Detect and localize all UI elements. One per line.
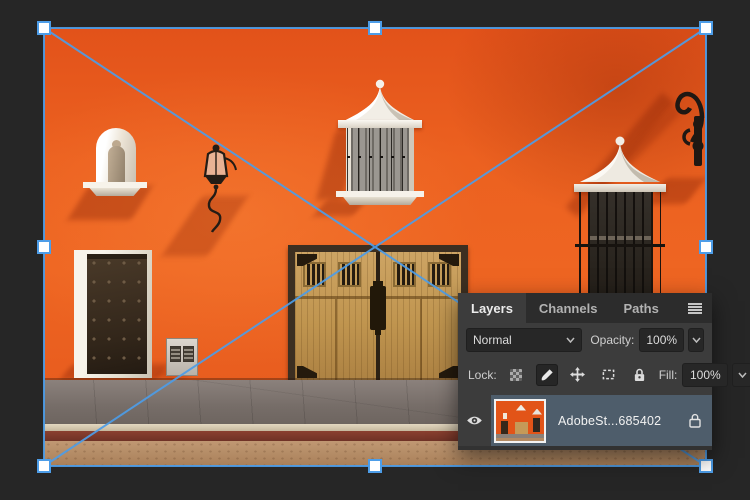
- fill-value[interactable]: 100%: [682, 363, 728, 387]
- layer-name: AdobeSt...685402: [558, 414, 661, 428]
- door-window: [338, 262, 361, 287]
- right-window-roof: [570, 132, 670, 188]
- door-iron-hardware: [370, 286, 386, 330]
- lock-label: Lock:: [468, 368, 497, 382]
- center-window-cornice: [338, 120, 422, 128]
- fill-value-text: 100%: [690, 368, 721, 382]
- lock-all-icon[interactable]: [629, 364, 651, 386]
- opacity-label: Opacity:: [590, 333, 634, 347]
- fill-group: Fill: 100%: [651, 363, 750, 387]
- layer-thumbnail[interactable]: [494, 399, 546, 443]
- chevron-down-icon: [738, 372, 747, 378]
- lock-transparency-icon[interactable]: [505, 364, 527, 386]
- layer-row[interactable]: AdobeSt...685402: [458, 395, 712, 446]
- opacity-value-text: 100%: [646, 333, 677, 347]
- door-stile: [420, 299, 422, 380]
- tab-layers[interactable]: Layers: [458, 293, 526, 323]
- blend-opacity-row: Normal Opacity: 100%: [458, 323, 712, 357]
- right-window-crossbar: [575, 244, 665, 247]
- statue: [108, 146, 125, 186]
- utility-box-grille: [170, 346, 181, 362]
- tab-channels[interactable]: Channels: [526, 293, 611, 323]
- blend-mode-value: Normal: [473, 333, 512, 347]
- panel-tab-bar: Layers Channels Paths: [458, 293, 712, 323]
- lock-fill-row: Lock:: [458, 357, 712, 392]
- center-window-sill-molding: [340, 197, 420, 205]
- right-window-cornice: [574, 184, 666, 192]
- tab-paths[interactable]: Paths: [610, 293, 671, 323]
- opacity-value[interactable]: 100%: [639, 328, 684, 352]
- fill-label: Fill:: [659, 368, 678, 382]
- door-window: [303, 262, 326, 287]
- lock-paint-icon[interactable]: [536, 364, 558, 386]
- center-window-sill: [336, 191, 424, 197]
- wall-lantern: [194, 140, 238, 236]
- chevron-down-icon: [692, 337, 701, 343]
- fill-dropdown-button[interactable]: [732, 363, 750, 387]
- center-window-bars: [347, 128, 413, 191]
- door-stile: [335, 299, 337, 380]
- left-door: [87, 254, 147, 374]
- layer-lock-icon: [688, 413, 702, 428]
- lock-buttons: [505, 364, 651, 386]
- panel-menu-icon[interactable]: [688, 303, 702, 314]
- panel-footer: [458, 446, 712, 450]
- layers-panel: Layers Channels Paths Normal Opacity: 10…: [458, 293, 712, 450]
- blend-mode-select[interactable]: Normal: [466, 328, 582, 352]
- layer-visibility-toggle[interactable]: [458, 395, 491, 446]
- utility-box-grille: [183, 346, 194, 362]
- layer-entry[interactable]: AdobeSt...685402: [491, 395, 712, 446]
- lock-position-icon[interactable]: [567, 364, 589, 386]
- opacity-dropdown-button[interactable]: [688, 328, 704, 352]
- photoshop-workspace: Layers Channels Paths Normal Opacity: 10…: [0, 0, 750, 500]
- niche-shelf: [83, 182, 147, 188]
- eye-icon: [466, 415, 483, 426]
- iron-bracket: [664, 72, 706, 168]
- chevron-down-icon: [566, 337, 575, 343]
- right-window-bars: [579, 192, 661, 304]
- center-window-bar-joints: [347, 156, 413, 158]
- door-window: [393, 262, 416, 287]
- left-door-lintel: [87, 254, 147, 259]
- lock-artboard-icon[interactable]: [598, 364, 620, 386]
- door-window: [428, 262, 451, 287]
